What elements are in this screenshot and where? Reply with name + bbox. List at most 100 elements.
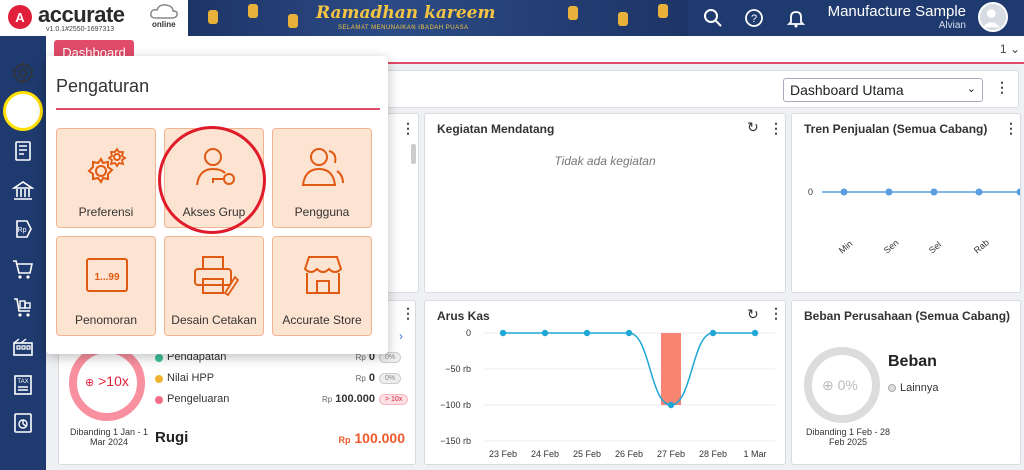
sidebar-item-settings[interactable] (8, 58, 38, 88)
x-tick-label: 24 Feb (531, 449, 559, 459)
data-point (975, 188, 983, 196)
row-currency: Rp (355, 374, 366, 383)
svg-text:TAX: TAX (17, 379, 28, 385)
beban-percent: 0% (837, 377, 858, 393)
legend-label: Lainnya (900, 382, 939, 394)
numbering-icon: 1...99 (86, 258, 128, 292)
lantern-icon (618, 12, 628, 26)
refresh-icon[interactable]: ↻ (747, 306, 759, 323)
card-menu-icon[interactable]: ⋮ (769, 305, 783, 322)
data-point (499, 329, 507, 337)
dashboard-toolbar: Dashboard Utama ⌄ ⋮ (386, 70, 1019, 108)
version-text: v1.0.1#2550-1697313 (46, 26, 115, 33)
tab-count: 1 (999, 42, 1007, 56)
factory-icon (13, 338, 33, 356)
data-point (583, 329, 591, 337)
row-amount: 0 (368, 372, 375, 384)
bar (661, 333, 681, 405)
gears-icon (87, 147, 127, 184)
row-pill: > 10x (379, 394, 409, 405)
sidebar-item-sales[interactable]: Rp (8, 214, 38, 244)
company-name[interactable]: Manufacture Sample (828, 3, 966, 20)
y-tick-label: 0 (466, 328, 471, 338)
popup-title: Pengaturan (56, 76, 150, 96)
tile-preferensi[interactable]: Preferensi (56, 128, 156, 228)
data-point (667, 401, 675, 409)
cart-icon (13, 260, 33, 279)
row-amount: 100.000 (335, 393, 375, 405)
refresh-icon[interactable]: ↻ (747, 119, 759, 136)
sidebar-item-tax[interactable]: TAX (8, 370, 38, 400)
sidebar-item-inventory[interactable] (8, 292, 38, 322)
card-menu-icon[interactable]: ⋮ (401, 305, 415, 322)
sidebar-item-ledger[interactable] (8, 136, 38, 166)
row-currency: Rp (355, 353, 366, 362)
kegiatan-card: Kegiatan Mendatang ↻ ⋮ Tidak ada kegiata… (424, 113, 786, 293)
row-label: Pengeluaran (167, 393, 230, 405)
x-tick-label: 23 Feb (489, 449, 517, 459)
logo-text: accurate (38, 2, 125, 27)
data-point (625, 329, 633, 337)
bell-icon[interactable] (786, 8, 806, 28)
beban-card: Beban Perusahaan (Semua Cabang) ⊕ 0% Beb… (791, 300, 1021, 465)
search-icon[interactable] (703, 8, 723, 28)
help-icon[interactable]: ? (744, 8, 764, 28)
logo-area[interactable]: A accurate online v1.0.1#2550-1697313 (0, 0, 188, 36)
users-icon (301, 148, 344, 186)
ratio-text: >10x (98, 373, 129, 389)
y-tick-label: −50 rb (445, 364, 471, 374)
cloud-icon (150, 4, 178, 19)
row-label: Nilai HPP (167, 372, 215, 384)
accurate-logo-icon: A (8, 5, 32, 29)
data-point (751, 329, 759, 337)
lantern-icon (568, 6, 578, 20)
x-tick-label: Min (837, 239, 855, 256)
sidebar-item-reports[interactable] (8, 408, 38, 438)
data-point (541, 329, 549, 337)
arus-kas-chart: 0 −50 rb −100 rb −150 rb 23 Feb 24 Feb 25 Feb 2… (440, 328, 775, 459)
dashboard-select[interactable]: Dashboard Utama ⌄ (783, 78, 983, 102)
legend-dot (155, 354, 163, 362)
svg-text:Rp: Rp (18, 227, 27, 234)
y-tick-label: 0 (808, 187, 813, 197)
chevron-down-icon: ⌄ (966, 83, 976, 95)
data-point (885, 188, 893, 196)
row-currency: Rp (321, 395, 333, 404)
tile-label: Penomoran (74, 313, 138, 327)
ratio-value: ⊕ >10x (85, 373, 129, 389)
card-menu-icon[interactable]: ⋮ (401, 120, 415, 137)
card-title: Arus Kas (437, 309, 490, 323)
result-amount: 100.000 (354, 430, 405, 446)
store-icon (303, 256, 343, 294)
row-value: Rp 100.000 (309, 393, 375, 405)
tile-label: Desain Cetakan (171, 313, 257, 327)
avatar[interactable] (978, 2, 1008, 32)
tile-pengguna[interactable]: Pengguna (272, 128, 372, 228)
card-title: Kegiatan Mendatang (437, 122, 555, 136)
x-tick-label: 26 Feb (615, 449, 643, 459)
lantern-icon (208, 10, 218, 24)
sidebar-item-purchase[interactable] (8, 254, 38, 284)
x-tick-label: 1 Mar (743, 449, 766, 459)
x-tick-label: 27 Feb (657, 449, 685, 459)
tile-accurate-store[interactable]: Accurate Store (272, 236, 372, 336)
building-icon (14, 104, 32, 123)
sidebar-item-manufacture[interactable] (8, 332, 38, 362)
sidebar-item-bank[interactable] (8, 176, 38, 206)
result-value: Rp 100.000 (339, 430, 406, 446)
price-tag-icon: Rp (16, 220, 32, 238)
scrollbar[interactable] (411, 144, 416, 164)
tren-card: Tren Penjualan (Semua Cabang) ⋮ 0 Min Sen S… (791, 113, 1021, 293)
dashboard-menu-icon[interactable]: ⋮ (995, 79, 1009, 96)
chevron-right-icon[interactable]: › (399, 329, 403, 343)
data-point (840, 188, 848, 196)
user-name: Alvian (938, 20, 966, 31)
tile-penomoran[interactable]: 1...99 Penomoran (56, 236, 156, 336)
tile-desain-cetakan[interactable]: Desain Cetakan (164, 236, 264, 336)
tab-count-dropdown[interactable]: 1 ⌄ (1000, 42, 1020, 56)
data-point (930, 188, 938, 196)
card-menu-icon[interactable]: ⋮ (769, 120, 783, 137)
y-tick-label: −100 rb (440, 400, 471, 410)
y-tick-label: −150 rb (440, 436, 471, 446)
sidebar-item-company[interactable] (8, 98, 38, 128)
